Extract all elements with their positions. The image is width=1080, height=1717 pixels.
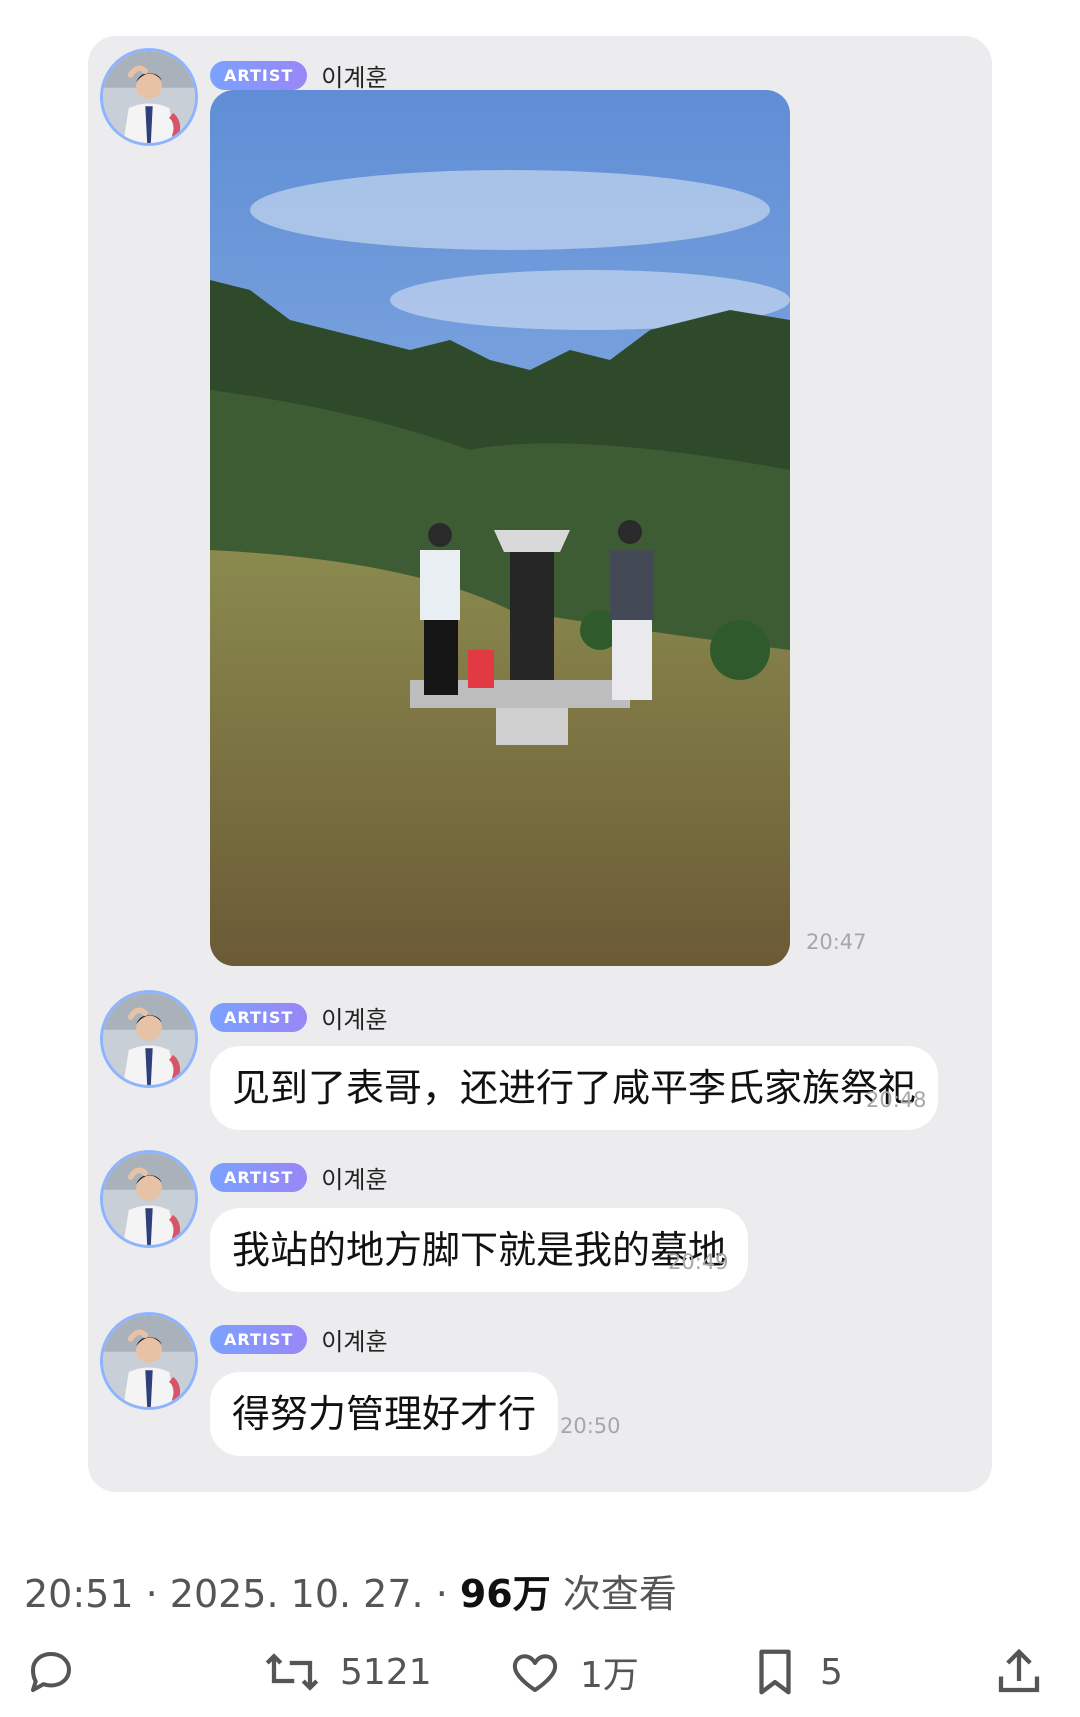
view-count: 96万 (459, 1572, 551, 1616)
bookmark-icon (759, 1649, 791, 1695)
sender-name[interactable]: 이계훈 (321, 1000, 387, 1035)
timestamp: 20:50 (560, 1414, 621, 1438)
retweet-count: 5121 (340, 1651, 432, 1693)
post-meta: 20:51 · 2025. 10. 27. · 96万 次查看 (24, 1572, 677, 1616)
message-bubble[interactable]: 见到了表哥，还进行了咸平李氏家族祭祀 (210, 1046, 939, 1130)
bookmark-count: 5 (820, 1651, 843, 1693)
artist-badge: ARTIST (210, 1163, 308, 1192)
timestamp: 20:48 (866, 1088, 927, 1112)
post-time: 20:51 (24, 1572, 134, 1616)
message-header: ARTIST 이계훈 (210, 1322, 388, 1357)
avatar[interactable] (100, 1312, 198, 1410)
view-label: 次查看 (562, 1572, 677, 1616)
action-bar: 5121 1万 5 (0, 1645, 1080, 1717)
retweet-icon (265, 1653, 319, 1691)
avatar[interactable] (100, 48, 198, 146)
post-date: 2025. 10. 27. (169, 1572, 424, 1616)
artist-badge: ARTIST (210, 1325, 308, 1354)
like-button[interactable]: 1万 (508, 1645, 639, 1699)
timestamp: 20:47 (806, 930, 867, 954)
avatar[interactable] (100, 1150, 198, 1248)
message-bubble[interactable]: 得努力管理好才行 (210, 1372, 559, 1456)
artist-badge: ARTIST (210, 61, 308, 90)
avatar[interactable] (100, 990, 198, 1088)
heart-icon (512, 1654, 558, 1693)
message-header: ARTIST 이계훈 (210, 1000, 388, 1035)
like-count: 1万 (580, 1655, 639, 1696)
comment-icon (30, 1651, 72, 1693)
reply-button[interactable] (24, 1645, 78, 1699)
retweet-button[interactable]: 5121 (262, 1645, 432, 1699)
message-header: ARTIST 이계훈 (210, 58, 388, 93)
sender-name[interactable]: 이계훈 (321, 58, 387, 93)
bookmark-button[interactable]: 5 (748, 1645, 843, 1699)
message-header: ARTIST 이계훈 (210, 1160, 388, 1195)
timestamp: 20:49 (668, 1250, 729, 1274)
share-icon (998, 1648, 1040, 1693)
photo-attachment[interactable] (210, 90, 790, 966)
share-button[interactable] (992, 1645, 1046, 1699)
sender-name[interactable]: 이계훈 (321, 1322, 387, 1357)
sender-name[interactable]: 이계훈 (321, 1160, 387, 1195)
artist-badge: ARTIST (210, 1003, 308, 1032)
